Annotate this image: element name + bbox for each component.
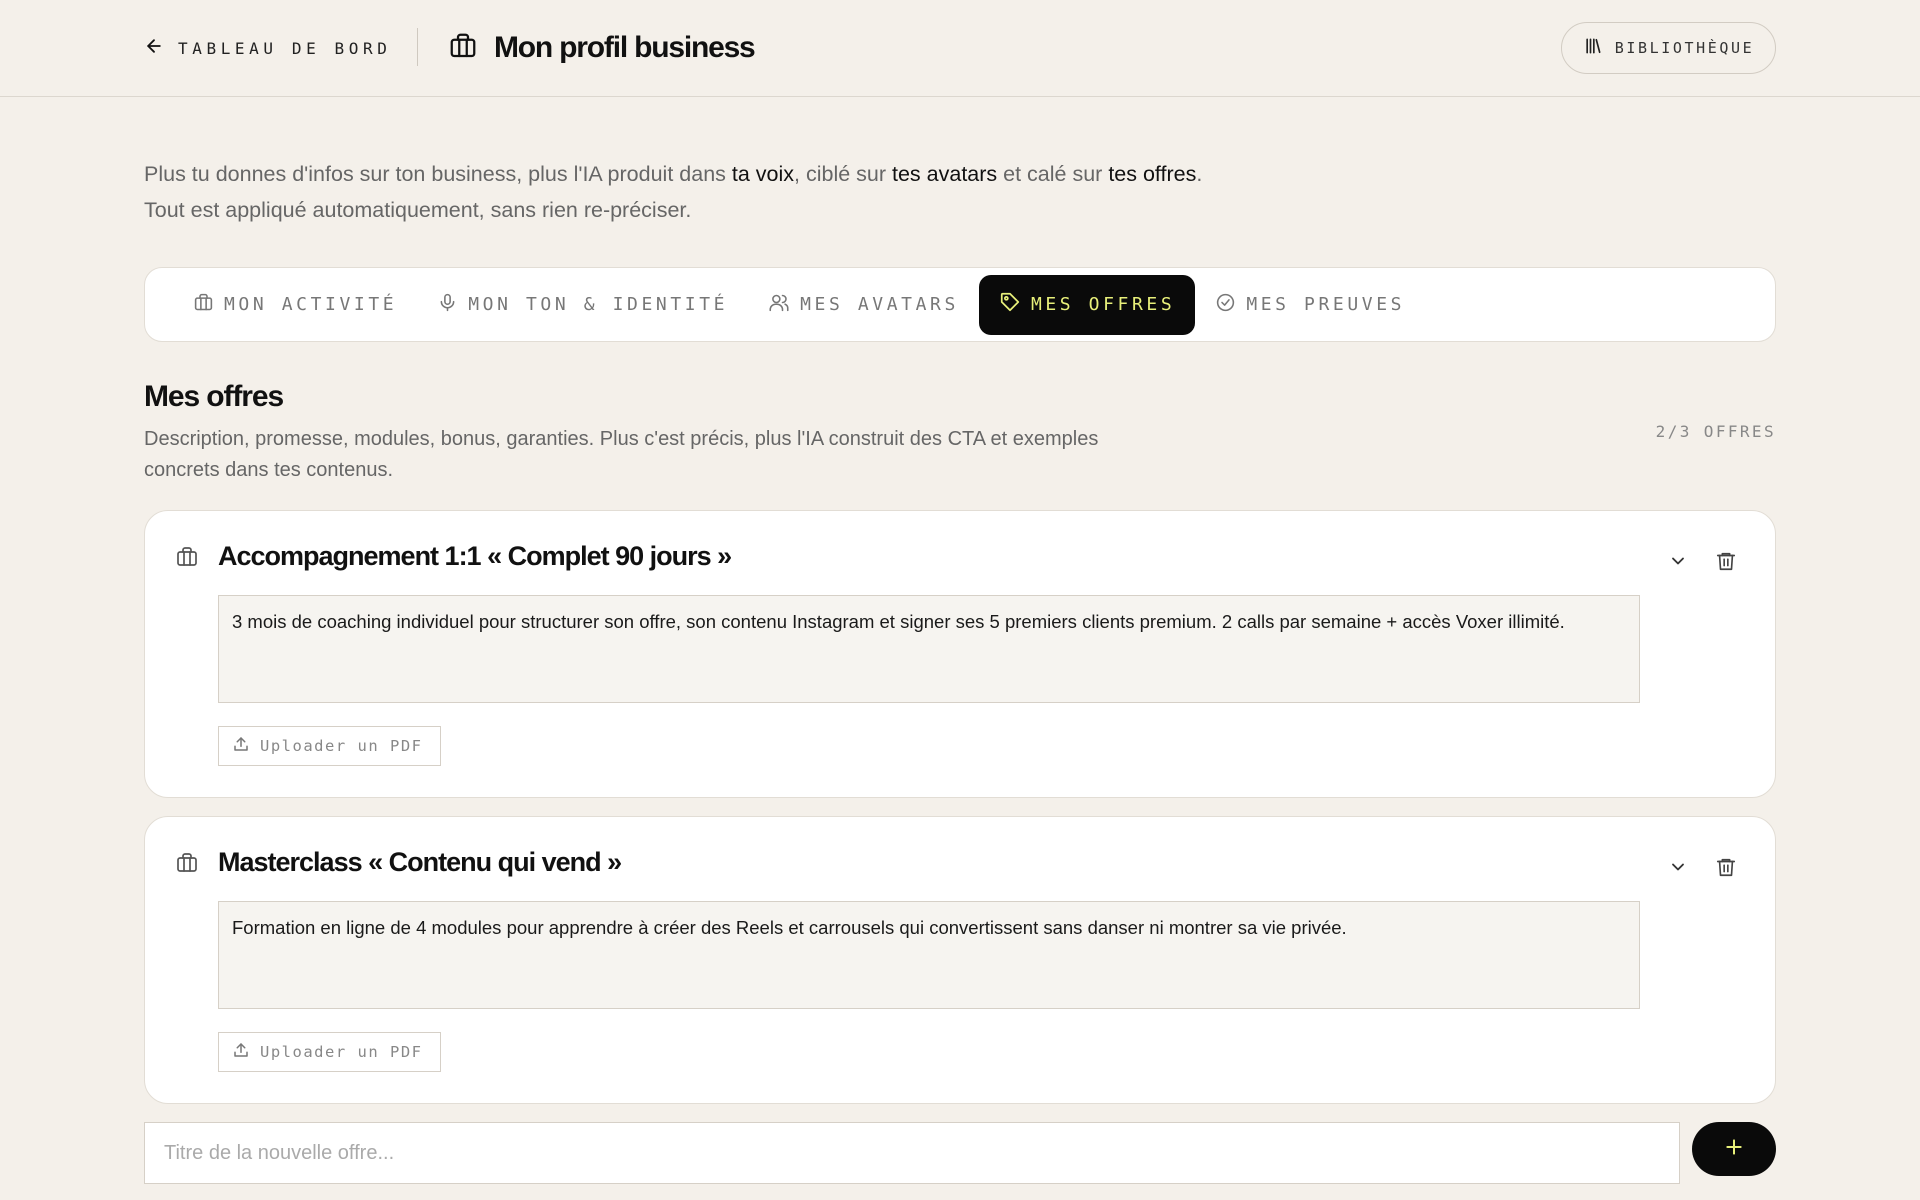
briefcase-icon xyxy=(175,545,199,574)
upload-icon xyxy=(232,735,250,758)
microphone-icon xyxy=(437,292,458,318)
intro-text-part: et calé sur xyxy=(997,162,1109,186)
briefcase-icon xyxy=(448,31,478,66)
intro-highlight-voice: ta voix xyxy=(731,162,795,186)
intro-text-part: , ciblé sur xyxy=(794,162,892,186)
trash-icon[interactable] xyxy=(1715,855,1737,884)
page-title-group: Mon profil business xyxy=(448,28,756,68)
trash-icon[interactable] xyxy=(1715,549,1737,578)
offer-card: Accompagnement 1:1 « Complet 90 jours » … xyxy=(144,510,1776,798)
briefcase-icon xyxy=(175,851,199,880)
intro-text: Plus tu donnes d'infos sur ton business,… xyxy=(144,156,1444,228)
tab-mes-preuves[interactable]: MES PREUVES xyxy=(1195,275,1425,335)
upload-label: Uploader un PDF xyxy=(260,737,423,755)
tab-mon-activite[interactable]: MON ACTIVITÉ xyxy=(173,275,417,335)
header-divider xyxy=(417,28,418,66)
intro-text-part: . xyxy=(1196,162,1203,186)
briefcase-icon xyxy=(193,292,214,318)
users-icon xyxy=(768,292,790,318)
offer-title[interactable]: Accompagnement 1:1 « Complet 90 jours » xyxy=(218,541,732,572)
upload-pdf-button[interactable]: Uploader un PDF xyxy=(218,726,441,766)
upload-label: Uploader un PDF xyxy=(260,1043,423,1061)
library-icon xyxy=(1583,36,1603,61)
offer-description-field[interactable]: Formation en ligne de 4 modules pour app… xyxy=(218,901,1640,1009)
upload-icon xyxy=(232,1041,250,1064)
tab-label: MON ACTIVITÉ xyxy=(224,294,398,315)
intro-text-part: Plus tu donnes d'infos sur ton business,… xyxy=(144,162,732,186)
chevron-down-icon[interactable] xyxy=(1668,551,1688,576)
offer-title[interactable]: Masterclass « Contenu qui vend » xyxy=(218,847,622,878)
tab-mes-avatars[interactable]: MES AVATARS xyxy=(748,275,979,335)
plus-icon xyxy=(1724,1137,1744,1162)
tag-icon xyxy=(999,291,1021,318)
intro-line-2: Tout est appliqué automatiquement, sans … xyxy=(144,198,692,222)
profile-tabs: MON ACTIVITÉ MON TON & IDENTITÉ MES AVAT… xyxy=(144,267,1776,342)
section-title: Mes offres xyxy=(144,380,284,413)
tab-mon-ton-identite[interactable]: MON TON & IDENTITÉ xyxy=(417,275,748,335)
tab-label: MON TON & IDENTITÉ xyxy=(468,294,729,315)
offers-count: 2/3 OFFRES xyxy=(1655,422,1776,441)
intro-line-1: Plus tu donnes d'infos sur ton business,… xyxy=(144,156,1444,192)
chevron-down-icon[interactable] xyxy=(1668,857,1688,882)
offer-card: Masterclass « Contenu qui vend » Formati… xyxy=(144,816,1776,1104)
back-to-dashboard-link[interactable]: TABLEAU DE BORD xyxy=(144,30,392,66)
intro-highlight-offers: tes offres xyxy=(1108,162,1197,186)
back-label: TABLEAU DE BORD xyxy=(178,38,392,58)
library-button[interactable]: BIBLIOTHÈQUE xyxy=(1561,22,1776,74)
intro-highlight-avatars: tes avatars xyxy=(892,162,998,186)
section-description: Description, promesse, modules, bonus, g… xyxy=(144,428,1099,481)
tab-label: MES OFFRES xyxy=(1030,294,1176,315)
check-circle-icon xyxy=(1215,292,1236,318)
library-label: BIBLIOTHÈQUE xyxy=(1614,39,1755,57)
top-bar: TABLEAU DE BORD Mon profil business BIBL… xyxy=(0,0,1920,97)
arrow-left-icon xyxy=(144,36,164,61)
tab-label: MES AVATARS xyxy=(800,294,959,315)
new-offer-title-input[interactable] xyxy=(144,1122,1680,1184)
upload-pdf-button[interactable]: Uploader un PDF xyxy=(218,1032,441,1072)
page-title: Mon profil business xyxy=(494,31,756,64)
add-offer-button[interactable] xyxy=(1692,1122,1776,1176)
offer-description-field[interactable]: 3 mois de coaching individuel pour struc… xyxy=(218,595,1640,703)
tab-label: MES PREUVES xyxy=(1246,294,1406,315)
tab-mes-offres[interactable]: MES OFFRES xyxy=(978,274,1196,335)
